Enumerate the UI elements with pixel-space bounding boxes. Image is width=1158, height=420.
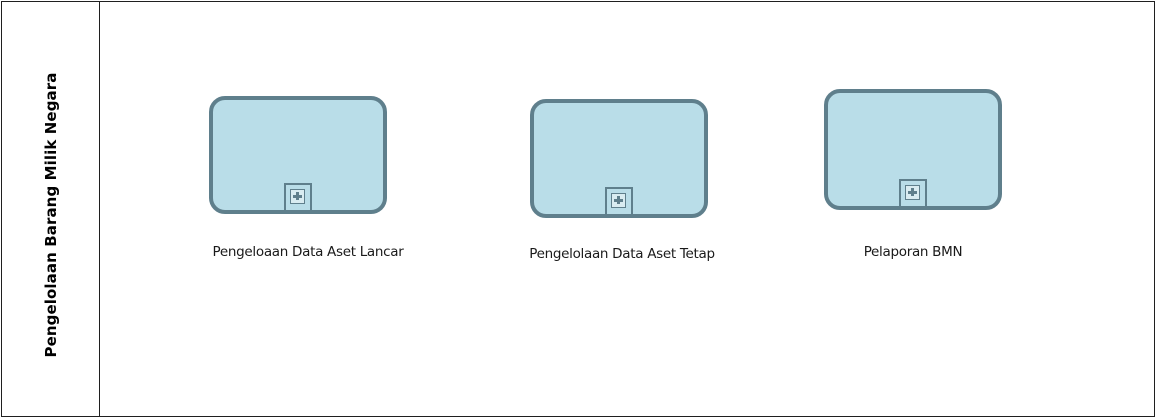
subprocess-task-aset-tetap[interactable] <box>530 99 708 218</box>
plus-icon <box>611 193 626 208</box>
subprocess-task-pelaporan-bmn[interactable] <box>824 89 1002 210</box>
task-label-pelaporan-bmn: Pelaporan BMN <box>863 244 963 260</box>
lane-title: Pengelolaan Barang Milik Negara <box>42 72 60 358</box>
plus-icon <box>290 189 305 204</box>
collapsed-subprocess-marker[interactable] <box>899 179 927 206</box>
lane-header: Pengelolaan Barang Milik Negara <box>2 2 100 416</box>
collapsed-subprocess-marker[interactable] <box>284 183 312 210</box>
task-label-aset-lancar: Pengeloaan Data Aset Lancar <box>212 244 404 260</box>
collapsed-subprocess-marker[interactable] <box>605 187 633 214</box>
task-label-aset-tetap: Pengelolaan Data Aset Tetap <box>529 246 715 262</box>
subprocess-task-aset-lancar[interactable] <box>209 96 387 214</box>
plus-icon <box>905 185 920 200</box>
